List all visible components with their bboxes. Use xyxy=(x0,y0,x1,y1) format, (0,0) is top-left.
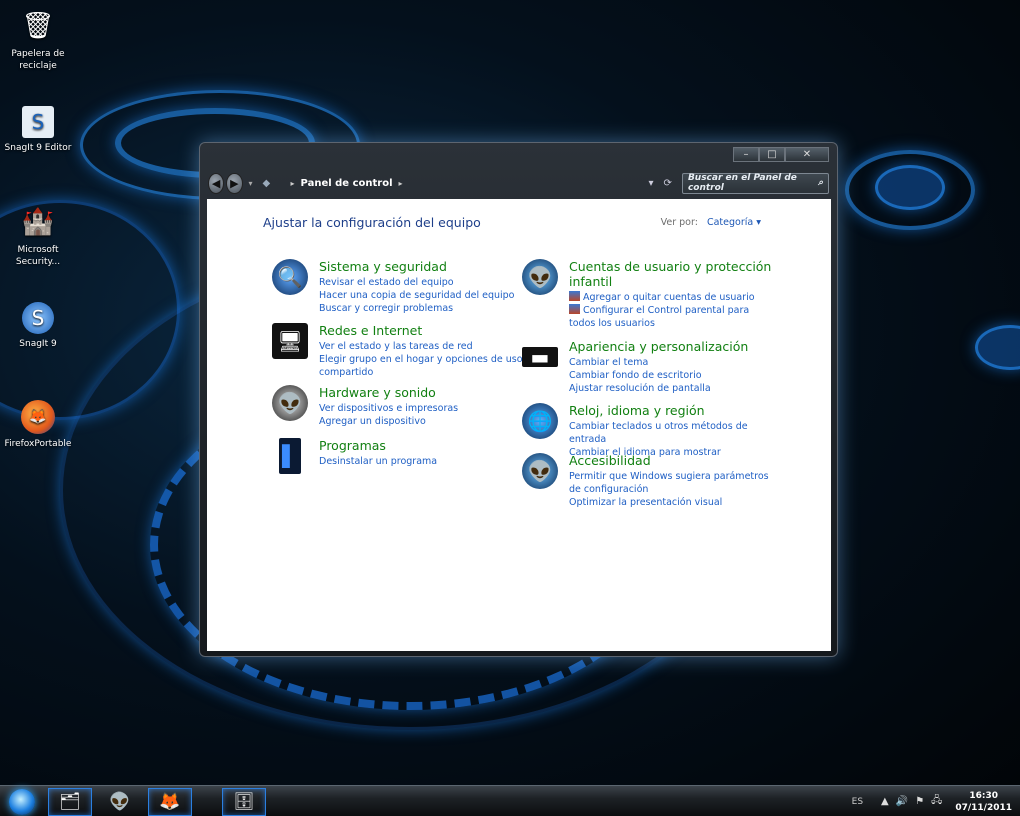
clock-region-icon: 🌐 xyxy=(522,403,558,439)
category-clock-region: 🌐 Reloj, idioma y región Cambiar teclado… xyxy=(522,403,782,459)
microsoft-security-icon: 🏰 xyxy=(21,207,55,237)
category-link[interactable]: Ver dispositivos e impresoras xyxy=(319,402,532,415)
control-panel-taskbar-icon: 🗄 xyxy=(233,792,255,812)
forward-button[interactable]: ▶ xyxy=(226,172,243,194)
close-button[interactable]: ✕ xyxy=(785,147,829,162)
desktop-icon-snagit-editor[interactable]: S SnagIt 9 Editor xyxy=(0,106,78,154)
category-system-security: 🔍 Sistema y seguridad Revisar el estado … xyxy=(272,259,532,315)
shield-icon xyxy=(569,304,580,314)
breadcrumb-separator-icon[interactable]: ▸ xyxy=(291,179,295,188)
category-link[interactable]: Agregar un dispositivo xyxy=(319,415,532,428)
alien-icon: 👽 xyxy=(109,792,131,812)
programs-icon: ▌ xyxy=(279,438,301,474)
network-tray-icon[interactable]: 🖧 xyxy=(931,793,942,810)
category-link[interactable]: Cambiar el tema xyxy=(569,356,782,369)
control-panel-content: Ajustar la configuración del equipo Ver … xyxy=(207,199,831,651)
recent-pages-dropdown[interactable]: ▾ xyxy=(249,179,253,188)
hardware-sound-icon: 👽 xyxy=(272,385,308,421)
category-link[interactable]: Elegir grupo en el hogar y opciones de u… xyxy=(319,353,532,379)
category-accessibility: 👽 Accesibilidad Permitir que Windows sug… xyxy=(522,453,782,509)
category-link[interactable]: Cambiar teclados u otros métodos de entr… xyxy=(569,420,782,446)
category-heading[interactable]: Sistema y seguridad xyxy=(319,259,532,274)
category-heading[interactable]: Cuentas de usuario y protección infantil xyxy=(569,259,777,289)
start-button[interactable] xyxy=(3,786,41,816)
clock-date: 07/11/2011 xyxy=(955,802,1012,813)
clock-time: 16:30 xyxy=(969,790,998,801)
language-indicator[interactable]: ES xyxy=(852,797,863,807)
view-by-dropdown[interactable]: Categoría ▾ xyxy=(707,217,761,228)
desktop-icon-microsoft-security[interactable]: 🏰 Microsoft Security... xyxy=(0,204,78,268)
category-link[interactable]: Ver el estado y las tareas de red xyxy=(319,340,532,353)
category-heading[interactable]: Programas xyxy=(319,438,532,453)
start-orb-icon xyxy=(9,788,35,815)
category-appearance: ▬ Apariencia y personalización Cambiar e… xyxy=(522,339,782,395)
category-link[interactable]: Hacer una copia de seguridad del equipo xyxy=(319,289,532,302)
category-link[interactable]: Agregar o quitar cuentas de usuario xyxy=(569,291,777,304)
category-link[interactable]: Cambiar fondo de escritorio xyxy=(569,369,782,382)
accessibility-icon: 👽 xyxy=(522,453,558,489)
volume-icon[interactable]: 🔊 xyxy=(896,796,908,807)
page-title: Ajustar la configuración del equipo xyxy=(263,215,481,230)
explorer-icon: 🗂 xyxy=(59,792,81,812)
show-hidden-icons-icon[interactable]: ▲ xyxy=(881,796,889,807)
category-heading[interactable]: Apariencia y personalización xyxy=(569,339,782,354)
category-network: 🖥 Redes e Internet Ver el estado y las t… xyxy=(272,323,532,379)
taskbar: 🗂 👽 🦊 🗄 ES ▲ 🔊 ⚑ 🖧 16:30 07/11/2011 xyxy=(0,785,1020,816)
view-by-label: Ver por: xyxy=(660,217,698,228)
category-heading[interactable]: Accesibilidad xyxy=(569,453,782,468)
category-programs: ▌ Programas Desinstalar un programa xyxy=(272,438,532,474)
window-controls: – □ ✕ xyxy=(733,147,829,162)
navigation-bar: ◀ ▶ ▾ ◆ ▸ Panel de control ▸ ▾ ⟳ Buscar … xyxy=(208,170,829,196)
user-accounts-icon: 👽 xyxy=(522,259,558,295)
taskbar-firefox[interactable]: 🦊 xyxy=(148,788,192,816)
category-link[interactable]: Permitir que Windows sugiera parámetros … xyxy=(569,470,782,496)
snagit-icon: S xyxy=(22,302,54,334)
breadcrumb-chevron-icon[interactable]: ▸ xyxy=(399,179,403,188)
address-tools: ▾ ⟳ xyxy=(649,178,682,189)
refresh-icon[interactable]: ⟳ xyxy=(664,178,672,189)
category-link[interactable]: Optimizar la presentación visual xyxy=(569,496,782,509)
desktop-icon-recycle-bin[interactable]: 🗑 Papelera de reciclaje xyxy=(0,8,78,72)
category-heading[interactable]: Redes e Internet xyxy=(319,323,532,338)
view-by: Ver por: Categoría ▾ xyxy=(661,217,761,228)
shield-icon xyxy=(569,291,580,301)
maximize-button[interactable]: □ xyxy=(759,147,785,162)
search-input[interactable]: Buscar en el Panel de control ⌕ xyxy=(681,172,829,194)
search-placeholder: Buscar en el Panel de control xyxy=(687,173,797,193)
taskbar-control-panel[interactable]: 🗄 xyxy=(222,788,266,816)
clock[interactable]: 16:30 07/11/2011 xyxy=(955,790,1012,814)
appearance-icon: ▬ xyxy=(522,345,558,369)
system-tray: ES ▲ 🔊 ⚑ 🖧 16:30 07/11/2011 xyxy=(852,786,1012,816)
back-button[interactable]: ◀ xyxy=(208,172,225,194)
category-user-accounts: 👽 Cuentas de usuario y protección infant… xyxy=(522,259,777,330)
category-link[interactable]: Ajustar resolución de pantalla xyxy=(569,382,782,395)
action-center-flag-icon[interactable]: ⚑ xyxy=(915,796,924,807)
category-link[interactable]: Buscar y corregir problemas xyxy=(319,302,532,315)
snagit-editor-icon: S xyxy=(22,106,54,138)
control-panel-window: – □ ✕ ◀ ▶ ▾ ◆ ▸ Panel de control ▸ ▾ ⟳ B… xyxy=(199,142,838,657)
desktop-icon-firefox[interactable]: 🦊 FirefoxPortable xyxy=(0,400,78,450)
network-icon: 🖥 xyxy=(272,323,308,359)
breadcrumb-control-panel[interactable]: Panel de control xyxy=(301,178,393,189)
firefox-icon: 🦊 xyxy=(21,400,55,434)
system-security-icon: 🔍 xyxy=(272,259,308,295)
minimize-button[interactable]: – xyxy=(733,147,759,162)
category-heading[interactable]: Reloj, idioma y región xyxy=(569,403,782,418)
control-panel-root-icon: ◆ xyxy=(262,177,271,189)
search-icon[interactable]: ⌕ xyxy=(818,178,823,188)
taskbar-alien[interactable]: 👽 xyxy=(98,788,142,816)
category-link[interactable]: Configurar el Control parental para todo… xyxy=(569,304,777,330)
taskbar-explorer[interactable]: 🗂 xyxy=(48,788,92,816)
category-link[interactable]: Revisar el estado del equipo xyxy=(319,276,532,289)
desktop-icon-snagit[interactable]: S SnagIt 9 xyxy=(0,302,78,350)
firefox-taskbar-icon: 🦊 xyxy=(159,792,181,812)
recycle-bin-icon: 🗑 xyxy=(21,11,55,41)
address-bar[interactable]: ◆ ▸ Panel de control ▸ xyxy=(263,172,633,194)
category-link[interactable]: Desinstalar un programa xyxy=(319,455,532,468)
category-hardware-sound: 👽 Hardware y sonido Ver dispositivos e i… xyxy=(272,385,532,428)
address-dropdown-icon[interactable]: ▾ xyxy=(649,178,654,189)
category-heading[interactable]: Hardware y sonido xyxy=(319,385,532,400)
